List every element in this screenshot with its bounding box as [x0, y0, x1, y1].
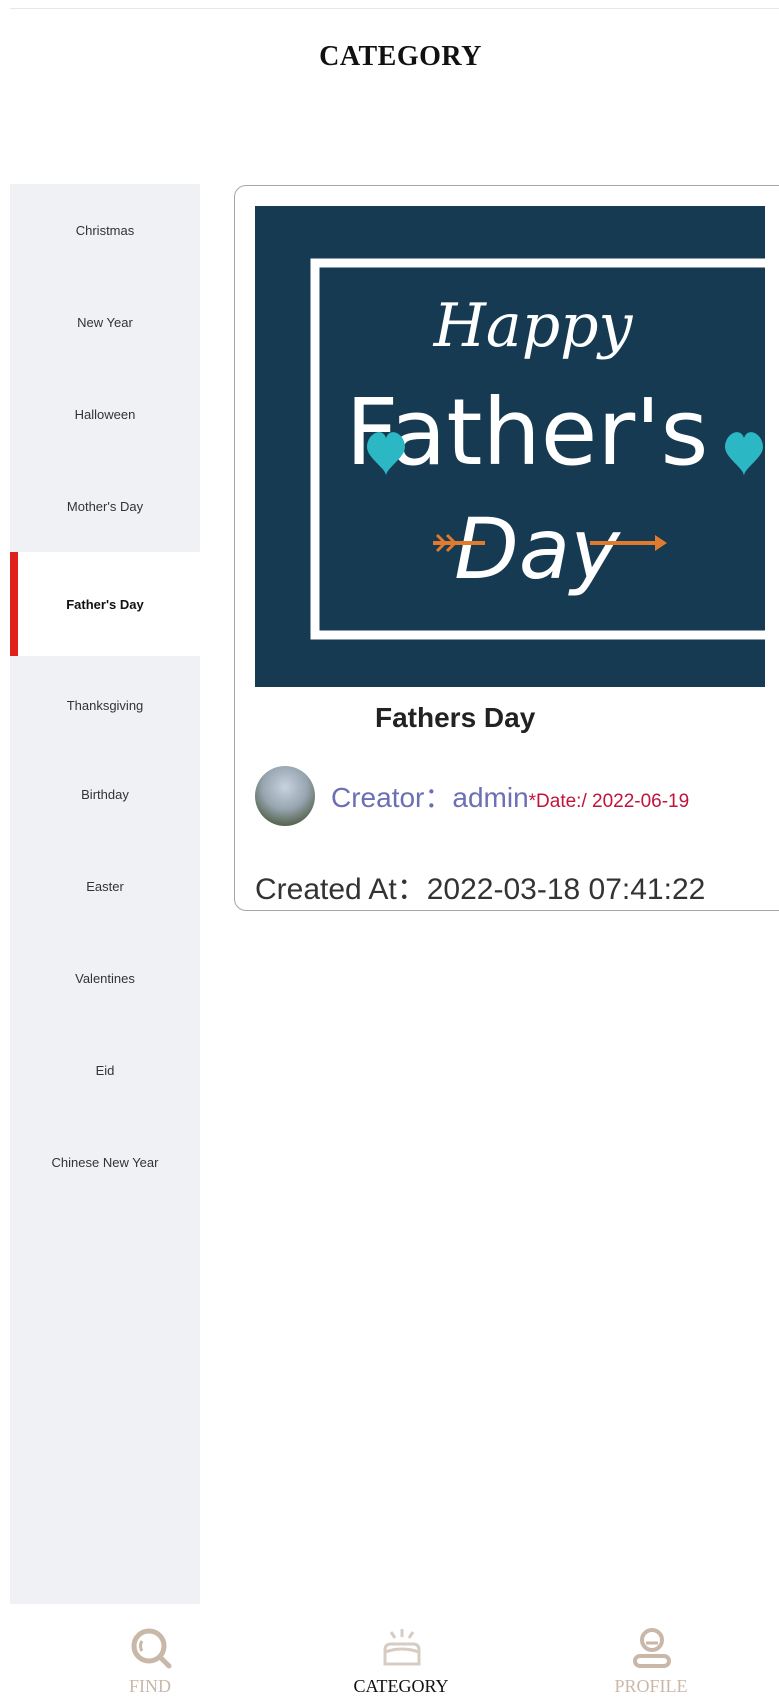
sidebar-item-label: New Year	[77, 314, 133, 330]
artwork-line-3: Day	[454, 500, 621, 598]
sidebar-item-label: Mother's Day	[66, 498, 144, 514]
event-date: *Date:/ 2022-06-19	[528, 791, 690, 812]
heart-icon	[725, 432, 763, 476]
page-title: CATEGORY	[319, 41, 482, 72]
creator-name[interactable]: admin	[452, 782, 528, 813]
creator-label: Creator：	[331, 782, 453, 813]
avatar	[255, 766, 315, 826]
sidebar-item-thanksgiving[interactable]: Thanksgiving	[10, 656, 200, 754]
arrowhead-icon	[655, 535, 667, 551]
sidebar-item-label: Birthday	[81, 786, 129, 802]
sidebar-item-label: Father's Day	[66, 596, 144, 612]
artwork-line-2: Father's	[346, 379, 709, 486]
page-header: CATEGORY	[10, 9, 779, 184]
sidebar-item-new-year[interactable]: New Year	[10, 276, 200, 368]
fathers-day-artwork: Happy Father's Day	[310, 258, 765, 640]
sidebar-item-fathers-day[interactable]: Father's Day	[10, 552, 200, 656]
tab-find[interactable]: FIND	[50, 1604, 250, 1697]
sidebar-item-label: Eid	[95, 1062, 115, 1078]
tab-profile[interactable]: PROFILE	[551, 1604, 751, 1697]
sidebar-item-label: Christmas	[75, 222, 135, 238]
sidebar-item-halloween[interactable]: Halloween	[10, 368, 200, 460]
tab-label: PROFILE	[614, 1676, 688, 1696]
event-image[interactable]: Happy Father's Day	[255, 206, 765, 687]
sidebar-item-label: Easter	[86, 878, 124, 894]
tab-label: FIND	[128, 1676, 171, 1696]
sidebar-item-easter[interactable]: Easter	[10, 840, 200, 932]
sidebar-item-label: Valentines	[75, 970, 135, 986]
creator-info: Creator：admin*Date:/ 2022-06-19	[331, 776, 689, 816]
sidebar-item-label: Chinese New Year	[51, 1154, 159, 1170]
sidebar-item-chinese-new-year[interactable]: Chinese New Year	[10, 1116, 200, 1208]
search-icon	[131, 1628, 172, 1669]
event-card[interactable]: Happy Father's Day Fathers Day Creator：a…	[234, 185, 779, 911]
sidebar-item-eid[interactable]: Eid	[10, 1024, 200, 1116]
sidebar-item-christmas[interactable]: Christmas	[10, 184, 200, 276]
event-title: Fathers Day	[375, 702, 536, 733]
sidebar-item-mothers-day[interactable]: Mother's Day	[10, 460, 200, 552]
sidebar-item-valentines[interactable]: Valentines	[10, 932, 200, 1024]
bottom-tab-bar: FIND CATEGORY PROFILE	[10, 1604, 779, 1697]
artwork-line-1: Happy	[433, 291, 634, 361]
sidebar-item-birthday[interactable]: Birthday	[10, 748, 200, 840]
profile-icon	[633, 1628, 671, 1668]
tab-label: CATEGORY	[353, 1676, 449, 1696]
sidebar-item-label: Thanksgiving	[66, 697, 144, 713]
app-screen: CATEGORY Christmas New Year Halloween Mo…	[10, 8, 779, 1697]
category-sidebar: Christmas New Year Halloween Mother's Da…	[10, 184, 200, 1604]
category-icon	[383, 1629, 421, 1666]
sidebar-item-label: Halloween	[74, 406, 136, 422]
created-at: Created At：2022-03-18 07:41:22	[255, 873, 706, 906]
tab-category[interactable]: CATEGORY	[301, 1604, 501, 1697]
